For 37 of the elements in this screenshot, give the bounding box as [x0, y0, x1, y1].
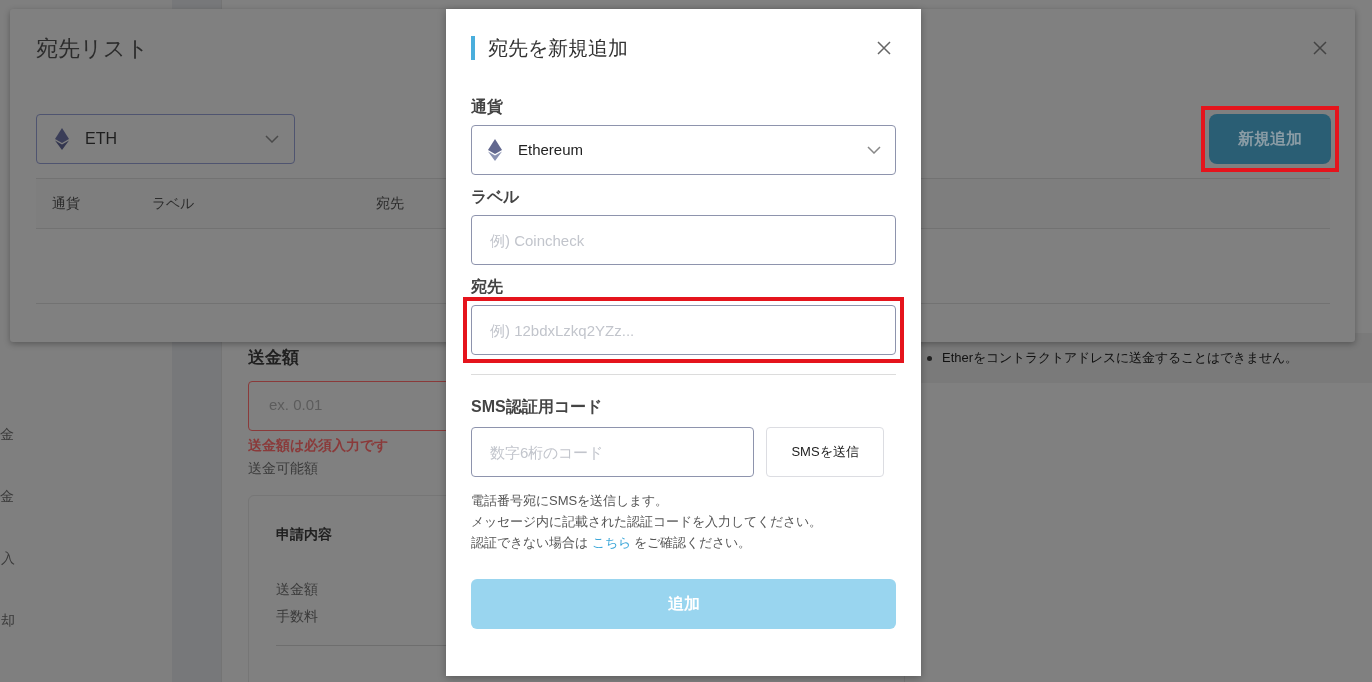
column-header: 宛先 [376, 194, 404, 213]
ethereum-icon [488, 139, 502, 161]
summary-row-label: 手数料 [276, 606, 318, 626]
field-label: 通貨 [471, 97, 504, 117]
bullet-icon [927, 355, 932, 361]
help-text: 電話番号宛にSMSを送信します。 メッセージ内に記載された認証コードを入力してください。 認証できない場合は こちら をご確認ください。 [471, 492, 823, 552]
sidebar-item[interactable]: 却 [1, 610, 15, 630]
help-link[interactable]: こちら [591, 535, 631, 550]
sidebar-item[interactable]: 金 [0, 424, 14, 444]
amount-label: 送金額 [248, 347, 299, 369]
text-input[interactable]: 例) Coincheck [471, 215, 896, 265]
ethereum-icon [55, 128, 69, 150]
field-label: SMS認証用コード [471, 397, 603, 417]
title-accent-bar [471, 36, 475, 60]
column-header: 通貨 [52, 194, 81, 213]
notice-text: Etherをコントラクトアドレスに送金することはできません。 [942, 349, 1299, 368]
close-icon[interactable] [1313, 41, 1327, 55]
currency-select[interactable]: Ethereum [471, 125, 896, 175]
sidebar-item[interactable]: 金 [0, 486, 14, 506]
send-sms-button[interactable]: SMSを送信 [766, 427, 884, 477]
close-icon[interactable] [877, 41, 891, 55]
chevron-down-icon [867, 146, 881, 154]
sms-code-input[interactable]: 数字6桁のコード [471, 427, 754, 477]
column-header: ラベル [152, 194, 195, 213]
error-message: 送金額は必須入力です [248, 435, 388, 455]
dialog-title: 宛先を新規追加 [488, 36, 628, 61]
sidebar-item[interactable]: 入 [1, 548, 15, 568]
summary-row-label: 送金額 [276, 579, 318, 599]
chevron-down-icon [265, 135, 279, 143]
modal-title: 宛先リスト [36, 34, 149, 63]
available-amount-label: 送金可能額 [248, 458, 318, 478]
currency-select[interactable]: ETH [36, 114, 295, 164]
field-label: ラベル [471, 187, 520, 207]
summary-title: 申請内容 [276, 524, 332, 544]
text-input[interactable]: 例) 12bdxLzkq2YZz... [471, 305, 896, 355]
field-label: 宛先 [471, 277, 504, 297]
add-new-button[interactable]: 新規追加 [1209, 114, 1331, 164]
